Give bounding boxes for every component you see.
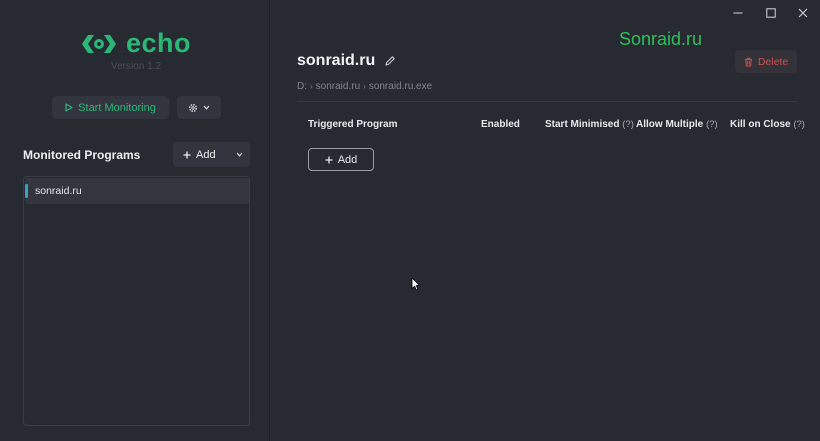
column-header-label: Start Minimised [545, 119, 620, 130]
column-header-label: Kill on Close [730, 119, 791, 130]
chevron-down-icon [236, 152, 242, 157]
help-hint[interactable]: (?) [706, 119, 718, 130]
start-monitoring-button[interactable]: Start Monitoring [52, 96, 169, 119]
add-program-label: Add [196, 148, 216, 161]
header-divider [297, 101, 797, 102]
play-icon [65, 103, 73, 112]
maximize-icon [766, 8, 776, 18]
column-header-label: Triggered Program [308, 119, 398, 130]
mouse-cursor-icon [411, 277, 420, 291]
app-name: echo [126, 28, 192, 58]
add-dropdown-toggle[interactable] [228, 152, 250, 157]
column-header-triggered-program: Triggered Program [308, 119, 397, 130]
column-header-allow-multiple: Allow Multiple (?) [636, 119, 718, 130]
breadcrumb-folder: sonraid.ru [315, 81, 361, 92]
echo-logo-icon [82, 34, 116, 53]
watermark-text: Sonraid.ru [619, 29, 703, 49]
close-button[interactable] [795, 5, 811, 21]
help-hint[interactable]: (?) [622, 119, 634, 130]
add-program-button[interactable]: Add [173, 149, 216, 161]
pencil-icon[interactable] [384, 55, 396, 67]
plus-icon [325, 156, 333, 163]
column-header-label: Allow Multiple [636, 119, 704, 130]
monitored-programs-title: Monitored Programs [23, 148, 141, 162]
help-hint[interactable]: (?) [793, 119, 805, 130]
add-program-split-button[interactable]: Add [173, 142, 250, 167]
minimize-icon [733, 12, 743, 14]
list-item[interactable]: sonraid.ru [25, 178, 249, 204]
app-logo: echo [80, 30, 191, 57]
list-item-label: sonraid.ru [35, 185, 82, 197]
chevron-right-icon: › [363, 82, 366, 91]
breadcrumb: D: › sonraid.ru › sonraid.ru.exe [297, 81, 432, 92]
add-triggered-program-label: Add [337, 153, 358, 166]
chevron-right-icon: › [310, 82, 313, 91]
breadcrumb-file: sonraid.ru.exe [368, 81, 433, 92]
add-triggered-program-button[interactable]: Add [308, 148, 374, 171]
chevron-down-icon [203, 105, 210, 110]
sidebar: echo Version 1.2 Start Monitoring Monito… [0, 0, 270, 441]
close-icon [798, 8, 808, 18]
trash-icon [744, 57, 752, 66]
plus-icon [183, 151, 191, 158]
delete-label: Delete [757, 55, 789, 68]
maximize-button[interactable] [763, 5, 779, 21]
start-monitoring-label: Start Monitoring [78, 101, 156, 114]
column-header-kill-on-close: Kill on Close (?) [730, 119, 805, 130]
settings-button[interactable] [177, 96, 221, 119]
monitored-programs-list: sonraid.ru [23, 176, 250, 426]
column-header-label: Enabled [481, 119, 520, 130]
column-header-start-minimised: Start Minimised (?) [545, 119, 634, 130]
column-header-enabled: Enabled [481, 119, 520, 130]
selection-indicator [25, 184, 28, 198]
gear-icon [189, 103, 197, 112]
version-label: Version 1.2 [111, 61, 162, 72]
delete-button[interactable]: Delete [735, 50, 797, 73]
program-title: sonraid.ru [297, 52, 376, 69]
breadcrumb-drive: D: [297, 81, 307, 92]
minimize-button[interactable] [730, 5, 746, 21]
